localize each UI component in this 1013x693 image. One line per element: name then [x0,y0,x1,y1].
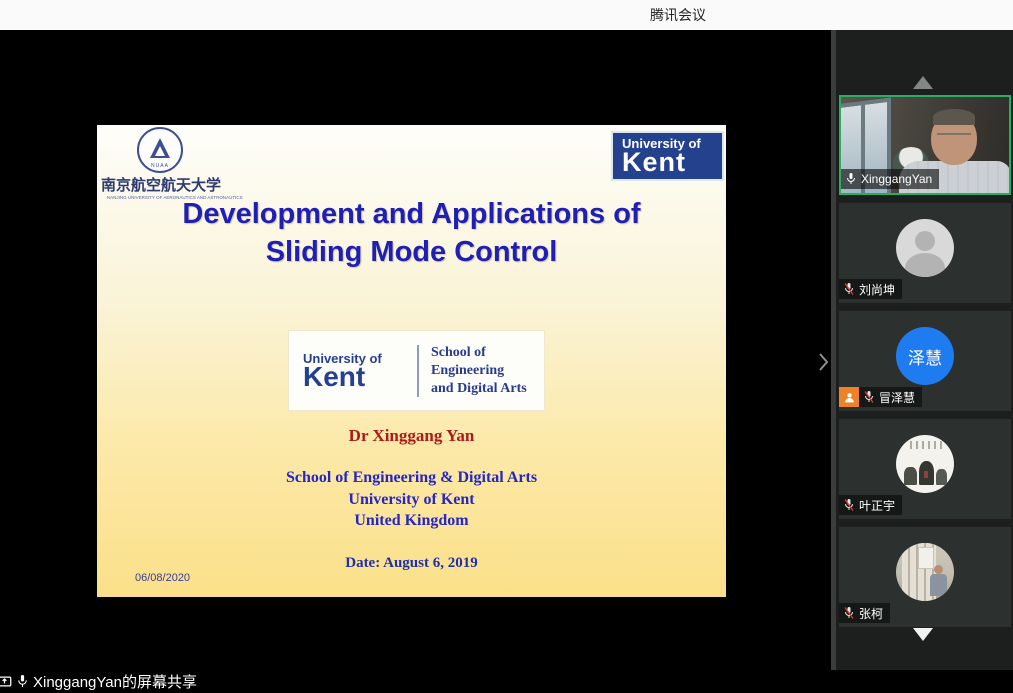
share-status-label: XinggangYan的屏幕共享 [33,671,197,692]
slide-footer-date: 06/08/2020 [135,572,190,584]
microphone-icon [16,674,29,689]
affiliation-line: United Kingdom [97,512,726,530]
avatar [896,543,954,601]
microphone-muted-icon [863,390,875,404]
microphone-muted-icon [843,282,855,296]
nuaa-chinese-name: 南京航空航天大学 [101,174,219,195]
participant-tile[interactable]: 叶正宇 [839,419,1011,519]
participants-panel: XinggangYan 刘尚坤 泽慧 [831,30,1013,670]
microphone-icon [845,172,857,186]
microphone-muted-icon [843,498,855,512]
app-title: 腾讯会议 [650,5,706,25]
nuaa-logo: NUAA 南京航空航天大学 NANJING UNIVERSITY OF AERO… [101,127,219,201]
participant-tile[interactable]: 泽慧 冒泽慧 [839,311,1011,411]
microphone-muted-icon [843,606,855,620]
avatar [896,219,954,277]
participant-name: 冒泽慧 [879,389,915,406]
presentation-slide: NUAA 南京航空航天大学 NANJING UNIVERSITY OF AERO… [97,125,726,597]
participant-tile[interactable]: XinggangYan [839,95,1011,195]
participant-name: 叶正宇 [859,497,895,514]
participant-name: 刘尚坤 [859,281,895,298]
affiliation-line: University of Kent [97,491,726,509]
chevron-down-icon[interactable] [913,628,933,641]
screen-share-view: NUAA 南京航空航天大学 NANJING UNIVERSITY OF AERO… [0,30,832,670]
participant-name: 张柯 [859,605,883,622]
screen-share-icon [0,674,12,689]
scrollbar[interactable] [831,30,836,670]
avatar [896,435,954,493]
participant-name: XinggangYan [861,172,932,186]
slide-title: Development and Applications of Sliding … [97,195,726,271]
school-name: School of Engineering and Digital Arts [419,344,527,398]
share-status-bar: XinggangYan的屏幕共享 [0,670,1013,693]
presentation-date: Date: August 6, 2019 [97,555,726,572]
participant-tile[interactable]: 刘尚坤 [839,203,1011,303]
author-name: Dr Xinggang Yan [97,426,726,446]
window-title-bar: 腾讯会议 [0,0,1013,30]
person-badge-icon [839,387,859,407]
avatar: 泽慧 [896,327,954,385]
affiliation-line: School of Engineering & Digital Arts [97,469,726,487]
kent-school-logo: University of Kent School of Engineering… [288,330,545,411]
participant-tile[interactable]: 张柯 [839,527,1011,627]
kent-logo: University of Kent [611,131,724,181]
nuaa-emblem-icon: NUAA [137,127,183,173]
chevron-up-icon[interactable] [913,76,933,89]
